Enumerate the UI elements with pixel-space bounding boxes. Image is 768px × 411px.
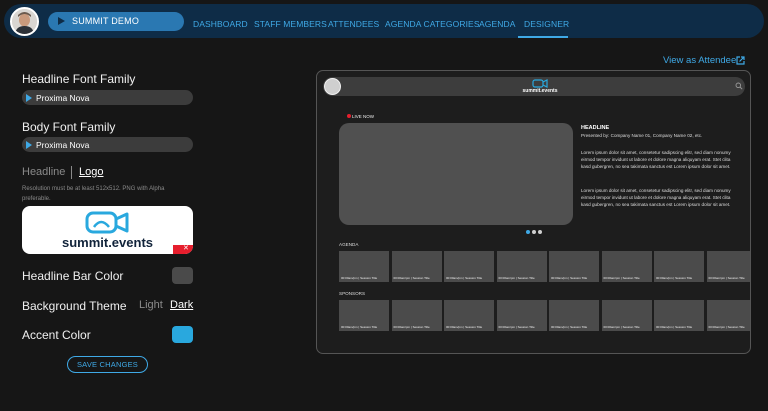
preview-sponsors-label: SPONSORS bbox=[339, 291, 366, 296]
sponsor-card-caption: 00:00am/pm | Session Title bbox=[708, 325, 745, 329]
sponsor-card-caption: 00:00am/pm | Session Title bbox=[603, 325, 640, 329]
tab-headline[interactable]: Headline bbox=[22, 166, 65, 178]
chevron-right-icon bbox=[26, 140, 32, 149]
accent-color-swatch[interactable] bbox=[172, 326, 193, 343]
event-name: SUMMIT DEMO bbox=[72, 16, 140, 26]
headline-font-select[interactable]: Proxima Nova bbox=[22, 90, 193, 105]
theme-light-option[interactable]: Light bbox=[139, 299, 163, 311]
logo-upload-preview[interactable]: summit.events ✕ bbox=[22, 206, 193, 254]
body-font-value: Proxima Nova bbox=[36, 139, 90, 150]
agenda-card: 00:00am/pm | Session Title bbox=[496, 251, 547, 282]
live-indicator-dot bbox=[347, 114, 351, 118]
sponsor-card-caption: 00:00am/pm | Session Title bbox=[393, 325, 430, 329]
preview-logo-wordmark: summit.events bbox=[522, 88, 558, 94]
preview-header-bar: summit.events bbox=[323, 77, 745, 96]
headline-bar-color-swatch[interactable] bbox=[172, 267, 193, 284]
headline-font-value: Proxima Nova bbox=[36, 92, 90, 103]
sponsor-card: 00:00am/pm | Session Title bbox=[654, 300, 704, 331]
agenda-card-caption: 00:00am/pm | Session Title bbox=[656, 276, 693, 280]
sponsor-card: 00:00am/pm | Session Title bbox=[339, 300, 389, 331]
user-avatar[interactable] bbox=[10, 7, 39, 36]
agenda-card-caption: 00:00am/pm | Session Title bbox=[341, 276, 378, 280]
nav-staff-members[interactable]: STAFF MEMBERS bbox=[254, 19, 327, 29]
nav-dashboard[interactable]: DASHBOARD bbox=[193, 19, 248, 29]
sponsor-card-caption: 00:00am/pm | Session Title bbox=[341, 325, 378, 329]
sponsor-card: 00:00am/pm | Session Title bbox=[391, 300, 442, 331]
play-icon bbox=[58, 17, 65, 25]
agenda-card: 00:00am/pm | Session Title bbox=[339, 251, 389, 282]
sponsor-card: 00:00am/pm | Session Title bbox=[601, 300, 652, 331]
top-nav-bar: SUMMIT DEMO DASHBOARD STAFF MEMBERS ATTE… bbox=[4, 4, 764, 38]
sponsor-card: 00:00am/pm | Session Title bbox=[496, 300, 547, 331]
agenda-card-caption: 00:00am/pm | Session Title bbox=[708, 276, 745, 280]
nav-designer[interactable]: DESIGNER bbox=[524, 19, 569, 29]
background-theme-label: Background Theme bbox=[22, 299, 127, 313]
agenda-card-caption: 00:00am/pm | Session Title bbox=[446, 276, 483, 280]
sponsor-card: 00:00am/pm | Session Title bbox=[444, 300, 494, 331]
search-icon bbox=[735, 82, 743, 90]
nav-agenda[interactable]: AGENDA bbox=[479, 19, 516, 29]
preview-paragraph-1: Lorem ipsum dolor sit amet, consetetur s… bbox=[581, 150, 731, 170]
tab-divider bbox=[71, 166, 72, 179]
agenda-card-caption: 00:00am/pm | Session Title bbox=[603, 276, 640, 280]
sponsor-card: 00:00am/pm | Session Title bbox=[549, 300, 599, 331]
active-tab-indicator bbox=[518, 36, 568, 38]
agenda-card: 00:00am/pm | Session Title bbox=[706, 251, 750, 282]
attendee-page-preview: summit.events LIVE NOW HEADLINE Presente… bbox=[316, 70, 751, 354]
event-selector[interactable]: SUMMIT DEMO bbox=[48, 12, 184, 31]
sponsor-card: 00:00am/pm | Session Title bbox=[706, 300, 750, 331]
logo-resolution-hint: Resolution must be at least 512x512. PNG… bbox=[22, 186, 165, 202]
carousel-dot-2 bbox=[532, 230, 536, 234]
agenda-card-caption: 00:00am/pm | Session Title bbox=[498, 276, 535, 280]
body-font-label: Body Font Family bbox=[22, 120, 116, 134]
agenda-card: 00:00am/pm | Session Title bbox=[391, 251, 442, 282]
body-font-select[interactable]: Proxima Nova bbox=[22, 137, 193, 152]
sponsor-card-caption: 00:00am/pm | Session Title bbox=[656, 325, 693, 329]
headline-bar-color-label: Headline Bar Color bbox=[22, 269, 124, 283]
video-camera-logo-icon bbox=[532, 79, 548, 88]
sponsor-card-caption: 00:00am/pm | Session Title bbox=[498, 325, 535, 329]
close-icon: ✕ bbox=[183, 245, 189, 252]
tab-logo[interactable]: Logo bbox=[79, 166, 103, 178]
carousel-dot-1 bbox=[526, 230, 530, 234]
external-link-icon[interactable] bbox=[736, 56, 745, 65]
preview-headline: HEADLINE bbox=[581, 125, 610, 131]
preview-presented-by: Presented by: Company Name 01, Company N… bbox=[581, 133, 703, 138]
carousel-dot-3 bbox=[538, 230, 542, 234]
logo-wordmark: summit.events bbox=[61, 235, 154, 250]
live-now-label: LIVE NOW bbox=[352, 114, 375, 119]
agenda-card-caption: 00:00am/pm | Session Title bbox=[393, 276, 430, 280]
headline-font-label: Headline Font Family bbox=[22, 72, 136, 86]
preview-avatar bbox=[324, 78, 341, 95]
agenda-card-caption: 00:00am/pm | Session Title bbox=[551, 276, 588, 280]
preview-logo: summit.events bbox=[519, 79, 561, 94]
preview-video-player bbox=[339, 123, 573, 225]
accent-color-label: Accent Color bbox=[22, 328, 91, 342]
agenda-card: 00:00am/pm | Session Title bbox=[549, 251, 599, 282]
chevron-right-icon bbox=[26, 93, 32, 102]
agenda-card: 00:00am/pm | Session Title bbox=[601, 251, 652, 282]
preview-agenda-label: AGENDA bbox=[339, 242, 359, 247]
video-camera-logo-icon bbox=[85, 211, 129, 234]
save-changes-button[interactable]: SAVE CHANGES bbox=[67, 356, 148, 373]
remove-logo-button[interactable]: ✕ bbox=[173, 245, 193, 254]
sponsor-card-caption: 00:00am/pm | Session Title bbox=[551, 325, 588, 329]
sponsor-card-caption: 00:00am/pm | Session Title bbox=[446, 325, 483, 329]
nav-attendees[interactable]: ATTENDEES bbox=[328, 19, 379, 29]
agenda-card: 00:00am/pm | Session Title bbox=[444, 251, 494, 282]
theme-dark-option[interactable]: Dark bbox=[170, 299, 193, 311]
view-as-attendee-link[interactable]: View as Attendee bbox=[663, 55, 736, 66]
preview-paragraph-2: Lorem ipsum dolor sit amet, consetetur s… bbox=[581, 188, 731, 208]
nav-agenda-categories[interactable]: AGENDA CATEGORIES bbox=[385, 19, 480, 29]
agenda-card: 00:00am/pm | Session Title bbox=[654, 251, 704, 282]
